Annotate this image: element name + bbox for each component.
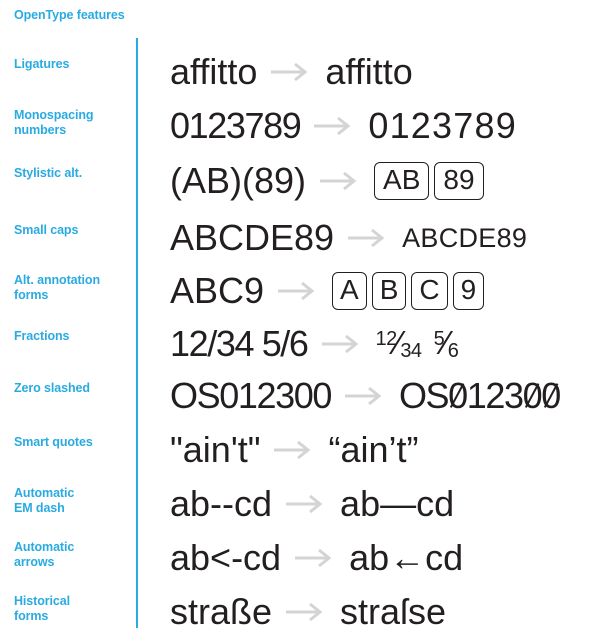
row-label-line2: forms [14, 608, 49, 623]
monospacing-before: 0123789 [170, 105, 302, 146]
row-label-line1: Automatic [14, 540, 75, 554]
row-label-historical-forms: Historical forms [14, 594, 132, 623]
fractions-before: 12/34 5/6 [170, 323, 309, 364]
row-demo-fractions: 12/34 5/6 12 ⁄ 34 5 ⁄ 6 [170, 318, 606, 370]
row-label-line2: EM dash [14, 500, 65, 515]
row-label-automatic-em-dash: Automatic EM dash [14, 486, 132, 515]
boxed-glyph: B [371, 272, 407, 310]
zero-slashed-after: OS012300 [398, 374, 561, 418]
arrow-right-icon [319, 171, 361, 191]
ligatures-before: affitto [170, 51, 258, 92]
em-dash-before: ab--cd [170, 483, 273, 524]
row-label-line2: forms [14, 287, 49, 302]
row-demo-monospacing-numbers: 0123789 0123789 [170, 100, 606, 152]
row-label-line1: Automatic [14, 486, 75, 500]
row-label-monospacing-numbers: Monospacing numbers [14, 108, 132, 137]
boxed-glyph: 9 [452, 272, 485, 310]
fraction-numerator: 12 [375, 327, 398, 350]
fraction: 5 ⁄ 6 [434, 326, 459, 362]
row-label-line1: Monospacing [14, 108, 94, 122]
zero-slashed-mid: 123 [466, 375, 524, 416]
historical-forms-after: straſse [340, 591, 447, 632]
row-label-alt-annotation-forms: Alt. annotation forms [14, 273, 132, 302]
smart-quotes-after: “ain’t” [328, 429, 419, 470]
small-caps-after: ABCDE89 [402, 223, 528, 253]
monospacing-after: 0123789 [368, 105, 517, 146]
arrow-right-icon [344, 386, 386, 406]
em-dash-after: ab—cd [340, 483, 455, 524]
row-demo-small-caps: ABCDE89 ABCDE89 [170, 212, 606, 264]
features-list: Ligatures affitto affitto Monospacing nu… [0, 0, 606, 638]
alt-annotation-after: A B C 9 [332, 272, 485, 310]
zero-slashed-before: OS012300 [170, 375, 332, 416]
fraction-denominator: 6 [447, 339, 459, 362]
alt-annotation-before: ABC9 [170, 270, 265, 311]
row-label-zero-slashed: Zero slashed [14, 381, 90, 395]
arrow-right-icon [273, 440, 315, 460]
row-demo-stylistic-alt: (AB)(89) AB 89 [170, 155, 606, 207]
row-demo-alt-annotation-forms: ABC9 A B C 9 [170, 265, 606, 317]
fraction-denominator: 34 [400, 339, 422, 362]
zero-slashed-prefix: OS [398, 375, 450, 416]
slashed-zero-glyph: 0 [448, 375, 468, 416]
row-demo-smart-quotes: "ain't" “ain’t” [170, 424, 606, 476]
automatic-arrows-after: ab←cd [349, 537, 464, 578]
row-label-ligatures: Ligatures [14, 57, 70, 71]
boxed-glyph: C [411, 272, 448, 310]
row-demo-ligatures: affitto affitto [170, 46, 606, 98]
row-label-fractions: Fractions [14, 329, 70, 343]
row-label-smart-quotes: Smart quotes [14, 435, 93, 449]
stylistic-alt-before: (AB)(89) [170, 160, 307, 201]
slashed-zero-glyph: 0 [522, 375, 543, 416]
row-label-line2: arrows [14, 554, 55, 569]
small-caps-before: ABCDE89 [170, 217, 335, 258]
row-demo-zero-slashed: OS012300 OS012300 [170, 370, 606, 422]
arrow-right-icon [277, 281, 319, 301]
row-label-small-caps: Small caps [14, 223, 79, 237]
arrow-right-icon [270, 62, 312, 82]
boxed-glyph: AB [374, 162, 430, 200]
arrow-right-icon [285, 494, 327, 514]
historical-forms-before: straße [170, 591, 273, 632]
fraction: 12 ⁄ 34 [375, 326, 423, 362]
row-label-line1: Historical [14, 594, 70, 608]
arrow-right-icon [347, 228, 389, 248]
boxed-glyph: 89 [434, 162, 484, 200]
smart-quotes-before: "ain't" [170, 429, 261, 470]
stylistic-alt-after: AB 89 [374, 162, 484, 200]
ligatures-after: affitto [325, 51, 413, 92]
arrow-right-icon [321, 334, 363, 354]
row-label-line2: numbers [14, 122, 67, 137]
arrow-right-icon [294, 548, 336, 568]
automatic-arrows-before: ab<-cd [170, 537, 282, 578]
row-label-line1: Alt. annotation [14, 273, 100, 287]
arrow-right-icon [313, 116, 355, 136]
fractions-after: 12 ⁄ 34 5 ⁄ 6 [375, 326, 459, 362]
boxed-glyph: A [332, 272, 367, 310]
arrow-right-icon [285, 602, 327, 622]
row-demo-automatic-arrows: ab<-cd ab←cd [170, 532, 606, 584]
row-demo-historical-forms: straße straſse [170, 586, 606, 638]
row-demo-automatic-em-dash: ab--cd ab—cd [170, 478, 606, 530]
slashed-zero-glyph: 0 [541, 375, 561, 416]
row-label-automatic-arrows: Automatic arrows [14, 540, 132, 569]
row-label-stylistic-alt: Stylistic alt. [14, 166, 83, 180]
